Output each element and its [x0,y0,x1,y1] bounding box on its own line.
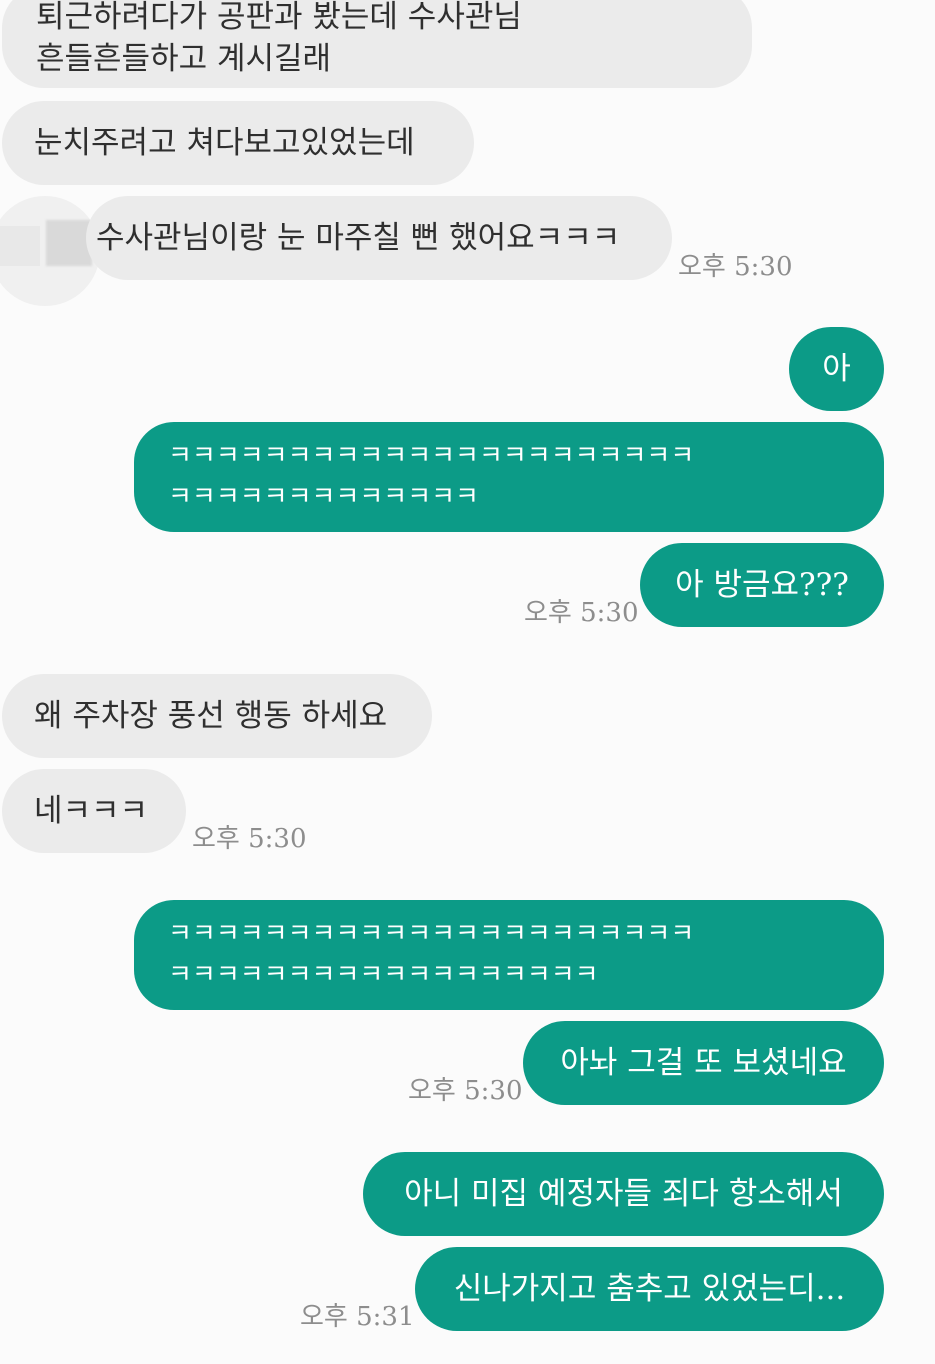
outgoing-message[interactable]: 신나가지고 춤추고 있었는디... [415,1247,884,1331]
message-line: ㅋㅋㅋㅋㅋㅋㅋㅋㅋㅋㅋㅋㅋㅋㅋㅋㅋㅋ [168,960,599,990]
incoming-message[interactable]: 왜 주차장 풍선 행동 하세요 [2,674,432,758]
message-line: ㅋㅋㅋㅋㅋㅋㅋㅋㅋㅋㅋㅋㅋ [168,482,479,512]
message-timestamp: 오후 5:30 [678,252,793,282]
message-text: 아 방금요??? [675,567,849,603]
incoming-message[interactable]: 눈치주려고 쳐다보고있었는데 [2,101,474,185]
incoming-message[interactable]: 수사관님이랑 눈 마주칠 뻔 했어요ㅋㅋㅋ [86,196,672,280]
message-text: 눈치주려고 쳐다보고있었는데 [34,125,415,161]
incoming-message[interactable]: 퇴근하려다가 공판과 봤는데 수사관님 흔들흔들하고 계시길래 [2,0,752,88]
message-text: 아놔 그걸 또 보셨네요 [560,1045,847,1081]
message-timestamp: 오후 5:30 [524,598,639,628]
outgoing-message[interactable]: 아 [789,327,884,411]
message-timestamp: 오후 5:30 [408,1076,523,1106]
message-text: 왜 주차장 풍선 행동 하세요 [34,698,388,734]
message-text: 네ㅋㅋㅋ [34,793,149,829]
message-text: 아니 미집 예정자들 죄다 항소해서 [404,1176,843,1212]
outgoing-message[interactable]: 아니 미집 예정자들 죄다 항소해서 [363,1152,884,1236]
outgoing-message[interactable]: ㅋㅋㅋㅋㅋㅋㅋㅋㅋㅋㅋㅋㅋㅋㅋㅋㅋㅋㅋㅋㅋㅋ ㅋㅋㅋㅋㅋㅋㅋㅋㅋㅋㅋㅋㅋ [134,422,884,532]
message-timestamp: 오후 5:30 [192,824,307,854]
message-line: ㅋㅋㅋㅋㅋㅋㅋㅋㅋㅋㅋㅋㅋㅋㅋㅋㅋㅋㅋㅋㅋㅋ [168,919,695,949]
message-text: 신나가지고 춤추고 있었는디... [453,1271,846,1307]
message-line: ㅋㅋㅋㅋㅋㅋㅋㅋㅋㅋㅋㅋㅋㅋㅋㅋㅋㅋㅋㅋㅋㅋ [168,441,695,471]
message-line: 퇴근하려다가 공판과 봤는데 수사관님 [36,0,522,35]
message-line: 흔들흔들하고 계시길래 [36,41,332,77]
message-timestamp: 오후 5:31 [300,1302,415,1332]
avatar-blur [46,220,92,266]
outgoing-message[interactable]: ㅋㅋㅋㅋㅋㅋㅋㅋㅋㅋㅋㅋㅋㅋㅋㅋㅋㅋㅋㅋㅋㅋ ㅋㅋㅋㅋㅋㅋㅋㅋㅋㅋㅋㅋㅋㅋㅋㅋㅋ… [134,900,884,1010]
incoming-message[interactable]: 네ㅋㅋㅋ [2,769,186,853]
outgoing-message[interactable]: 아 방금요??? [640,543,884,627]
avatar-blur [0,226,40,266]
outgoing-message[interactable]: 아놔 그걸 또 보셨네요 [523,1021,884,1105]
message-text: 수사관님이랑 눈 마주칠 뻔 했어요ㅋㅋㅋ [96,220,621,256]
sender-avatar[interactable] [0,196,100,306]
message-text: 아 [822,351,851,387]
